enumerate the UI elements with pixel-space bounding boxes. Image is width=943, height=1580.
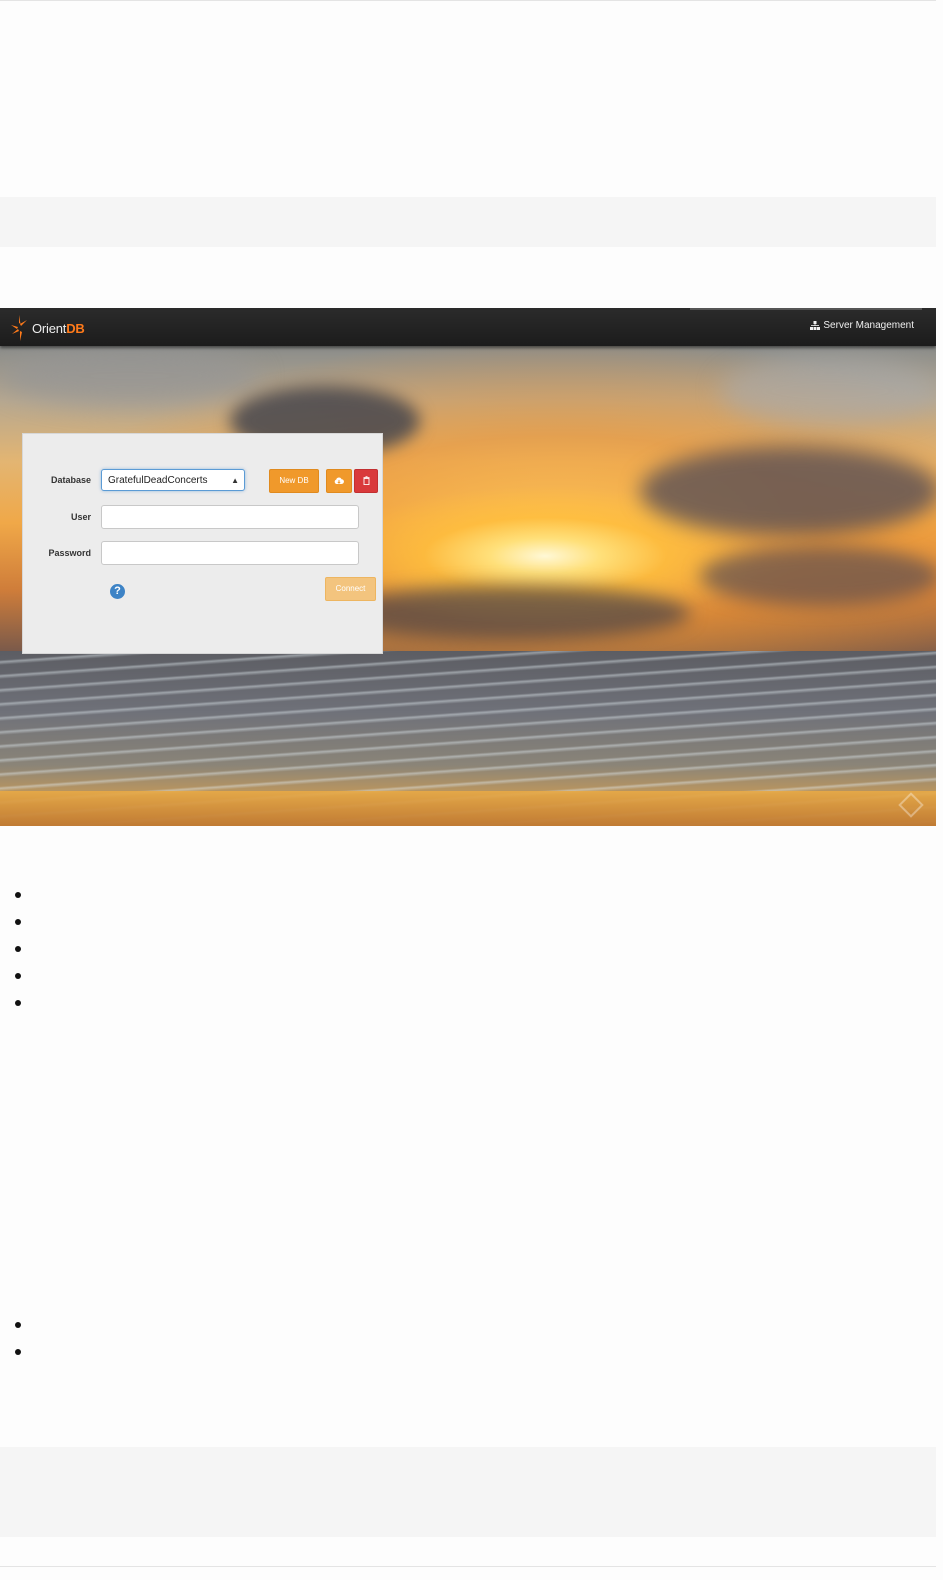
window-edge (690, 308, 922, 310)
orientdb-studio-screenshot: OrientDB Server Management Database Grat… (0, 308, 936, 826)
user-label: User (70, 512, 91, 522)
user-row: User (23, 505, 382, 531)
sand (0, 791, 936, 826)
top-divider (0, 0, 936, 1)
password-input[interactable] (101, 541, 359, 565)
sitemap-icon (810, 321, 821, 330)
database-select-value: GratefulDeadConcerts (108, 475, 208, 486)
password-row: Password (23, 541, 382, 567)
cloud (0, 346, 260, 406)
cloud (330, 586, 690, 641)
database-select[interactable]: GratefulDeadConcerts ▲ (101, 469, 245, 491)
list-bullet (15, 892, 21, 898)
sunset-background: Database GratefulDeadConcerts ▲ New DB U… (0, 346, 936, 826)
list-bullet (15, 919, 21, 925)
list-bullet (15, 946, 21, 952)
navbar: OrientDB Server Management (0, 308, 936, 346)
orientdb-logo[interactable]: OrientDB (10, 314, 85, 342)
logo-text: OrientDB (32, 320, 85, 336)
orientdb-logo-icon (11, 315, 27, 341)
database-row: Database GratefulDeadConcerts ▲ New DB (23, 469, 382, 495)
database-label: Database (50, 475, 91, 485)
code-block-bottom (0, 1447, 936, 1537)
cloud (700, 546, 936, 606)
code-block-top (0, 197, 936, 247)
import-db-button[interactable] (326, 469, 352, 493)
connect-button[interactable]: Connect (325, 577, 376, 601)
trash-icon (363, 476, 369, 486)
list-bullet (15, 973, 21, 979)
question-circle-icon[interactable]: ? (110, 584, 125, 599)
list-bullet (15, 1322, 21, 1328)
login-panel: Database GratefulDeadConcerts ▲ New DB U… (22, 433, 383, 654)
cloud-download-icon (334, 477, 344, 484)
server-management-link[interactable]: Server Management (810, 320, 914, 331)
cloud (720, 356, 936, 426)
list-bullet (15, 1000, 21, 1006)
new-db-button[interactable]: New DB (269, 469, 319, 493)
cloud (640, 446, 936, 536)
delete-db-button[interactable] (354, 469, 378, 493)
password-label: Password (48, 548, 91, 558)
server-management-label: Server Management (823, 320, 914, 331)
select-arrows-icon: ▲ (231, 476, 239, 485)
list-bullet (15, 1349, 21, 1355)
user-input[interactable] (101, 505, 359, 529)
bottom-divider (0, 1566, 936, 1567)
